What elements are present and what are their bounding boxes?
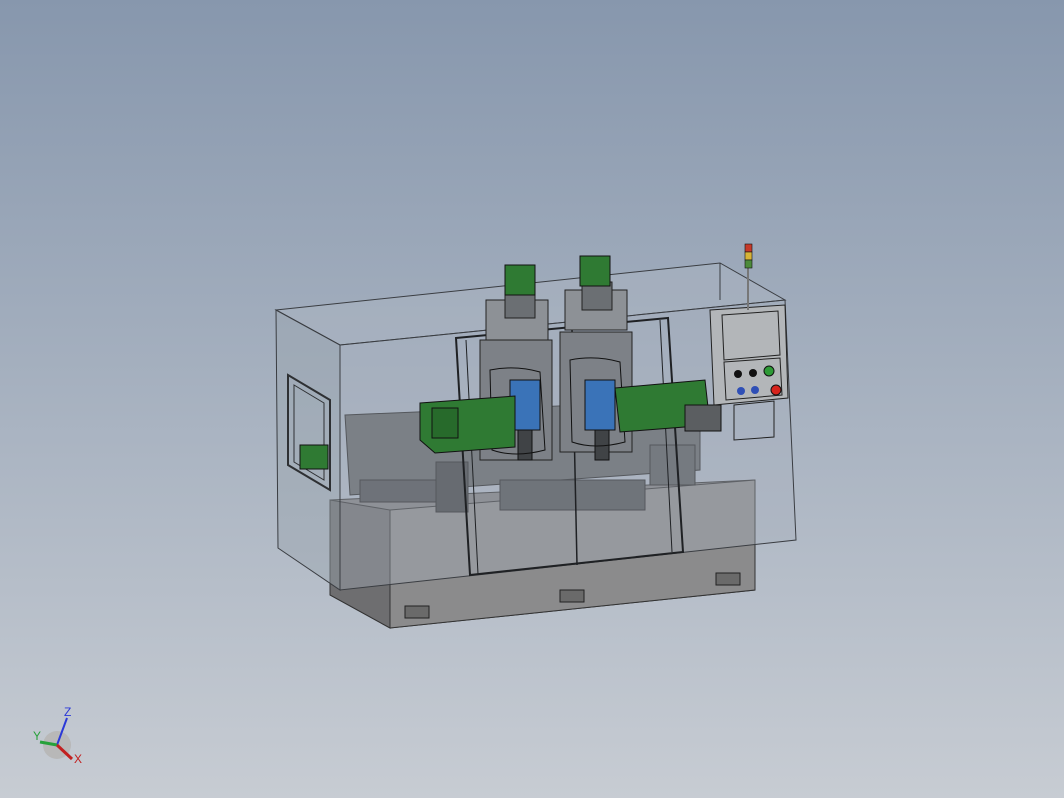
black-button-2[interactable]	[749, 369, 757, 377]
graphics-viewport[interactable]: Z Y X	[0, 0, 1064, 798]
red-button[interactable]	[770, 384, 782, 396]
base-slot-right	[715, 572, 741, 586]
motor-housing-left	[419, 395, 516, 454]
base-slot-center	[559, 589, 585, 603]
base-slot-left	[404, 605, 430, 619]
green-button[interactable]	[763, 365, 775, 377]
motor-housing-right	[614, 379, 722, 433]
cnc-machine-model[interactable]	[0, 0, 1064, 798]
black-button-1[interactable]	[734, 370, 742, 378]
left-actuator	[299, 444, 329, 470]
blue-button-1[interactable]	[737, 387, 745, 395]
blue-button-2[interactable]	[751, 386, 759, 394]
